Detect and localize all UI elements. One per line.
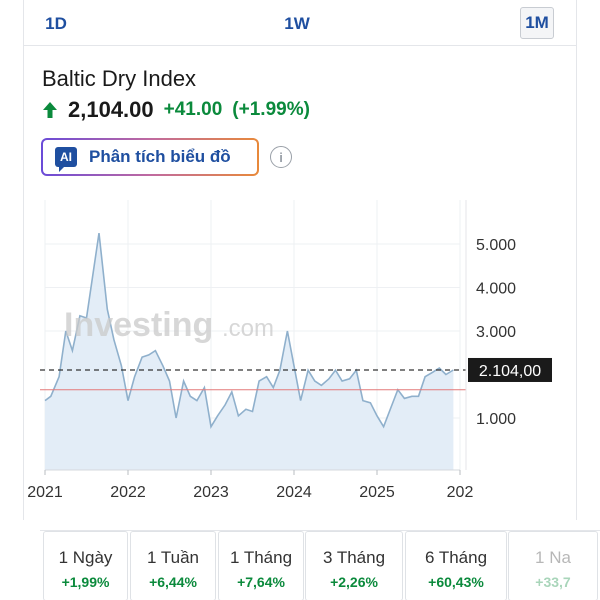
performance-value: +1,99% [61, 574, 110, 590]
performance-strip: 1 Ngày +1,99% 1 Tuần +6,44% 1 Tháng +7,64% 3 T… [40, 530, 600, 600]
y-tick-label: 5.000 [476, 237, 516, 254]
x-tick-label: 2022 [110, 484, 146, 501]
last-price: 2,104.00 [68, 97, 154, 122]
performance-value: +2,26% [330, 574, 378, 590]
price-row: 2,104.00 +41.00 (+1.99%) [42, 96, 310, 124]
performance-period-label: 6 Tháng [424, 548, 488, 567]
performance-card[interactable]: 1 Ngày +1,99% [43, 531, 128, 600]
price-change-percent: (+1.99%) [232, 99, 310, 120]
price-area [45, 233, 454, 470]
investing-watermark: Investing [64, 306, 213, 344]
performance-card[interactable]: 6 Tháng +60,43% [405, 531, 507, 600]
ai-icon: AI [55, 147, 77, 172]
performance-card[interactable]: 1 Tháng +7,64% [218, 531, 304, 600]
x-tick-label: 2023 [193, 484, 229, 501]
last-price-label: 2.104,00 [479, 363, 541, 380]
ai-chart-analysis-button[interactable]: AI Phân tích biểu đồ [41, 138, 259, 176]
y-tick-label: 1.000 [476, 411, 516, 428]
performance-period-label: 1 Na [535, 548, 571, 567]
arrow-up-icon [43, 102, 57, 118]
investing-watermark-suffix: .com [222, 315, 274, 342]
price-change: +41.00 [163, 99, 223, 120]
instrument-title: Baltic Dry Index [42, 66, 197, 91]
performance-value: +33,7 [535, 574, 571, 590]
performance-card[interactable]: 1 Na +33,7 [508, 531, 598, 600]
x-tick-label: 2025 [359, 484, 395, 501]
x-tick-label: 2024 [276, 484, 312, 501]
x-tick-label: 2021 [27, 484, 63, 501]
performance-card[interactable]: 1 Tuần +6,44% [130, 531, 216, 600]
y-tick-label: 4.000 [476, 281, 516, 298]
performance-value: +7,64% [237, 574, 285, 590]
period-selector: 1D 1W 1M [24, 0, 576, 46]
period-1w-button[interactable]: 1W [282, 10, 312, 38]
x-tick-label: 202 [447, 484, 474, 501]
performance-period-label: 1 Tháng [229, 548, 293, 567]
period-1d-button[interactable]: 1D [44, 10, 68, 38]
price-chart[interactable]: 1.000 3.000 4.000 5.000 2.104,00 2021 2022 2023… [0, 190, 600, 520]
y-tick-label: 3.000 [476, 324, 516, 341]
performance-card[interactable]: 3 Tháng +2,26% [305, 531, 403, 600]
info-icon[interactable]: i [270, 146, 292, 168]
performance-value: +60,43% [428, 574, 484, 590]
performance-period-label: 1 Ngày [58, 548, 113, 567]
ai-button-label: Phân tích biểu đồ [89, 147, 231, 166]
performance-period-label: 3 Tháng [322, 548, 386, 567]
performance-period-label: 1 Tuần [147, 548, 199, 567]
performance-value: +6,44% [149, 574, 197, 590]
period-1m-button[interactable]: 1M [520, 7, 554, 39]
